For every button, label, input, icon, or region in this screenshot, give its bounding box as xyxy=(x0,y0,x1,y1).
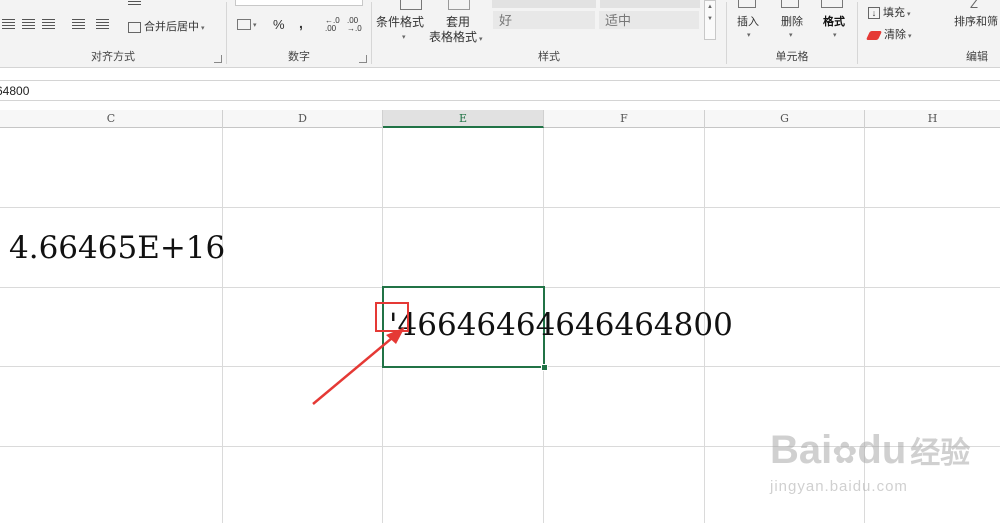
eraser-icon xyxy=(865,30,883,40)
chevron-down-icon: ▾ xyxy=(201,25,205,32)
number-group: ▾ % , ←.0.00 .00 →.0 数字 xyxy=(227,0,371,67)
editing-group: ↓ 填充 ▾ 清除 ▾ Z 排序和筛 编辑 xyxy=(858,0,1000,67)
delete-button[interactable]: 删除 xyxy=(781,13,803,29)
alignment-dialog-launcher[interactable] xyxy=(214,55,222,63)
chevron-down-icon: ▾ xyxy=(833,32,837,39)
increase-decimal-icon[interactable]: ←.0.00 xyxy=(325,17,340,33)
paw-icon: ✿ xyxy=(832,437,858,470)
sort-filter-button[interactable]: 排序和筛 xyxy=(954,13,998,29)
watermark-brand: Bai✿du 经验 xyxy=(770,428,971,472)
accounting-format-icon[interactable]: ▾ xyxy=(237,18,257,30)
decrease-decimal-icon[interactable]: .00 →.0 xyxy=(347,17,362,33)
merge-center-button[interactable]: 合并后居中 ▾ xyxy=(128,18,205,34)
percent-style-button[interactable]: % xyxy=(273,17,285,32)
editing-group-label: 编辑 xyxy=(966,51,988,63)
worksheet-grid[interactable]: 4.66465E+16 '46646464646464800 Bai✿du 经验 … xyxy=(0,128,1000,523)
align-center-icon[interactable] xyxy=(22,18,35,30)
column-header-g[interactable]: G xyxy=(705,110,865,128)
styles-group-label: 样式 xyxy=(538,51,560,63)
delete-cells-icon xyxy=(781,0,799,8)
conditional-format-icon xyxy=(400,0,422,10)
style-swatch-top xyxy=(600,0,700,8)
style-good[interactable]: 好 xyxy=(492,10,596,30)
alignment-group: 合并后居中 ▾ 对齐方式 xyxy=(0,0,226,67)
insert-button[interactable]: 插入 xyxy=(737,13,759,29)
format-button[interactable]: 格式 xyxy=(823,13,845,29)
conditional-format-button[interactable]: 条件格式 xyxy=(376,13,424,30)
ribbon: 合并后居中 ▾ 对齐方式 ▾ % , ←.0.00 .00 →.0 数字 条件格式 … xyxy=(0,0,1000,68)
merge-icon xyxy=(128,21,141,33)
styles-group: 条件格式 ▾ 套用 表格格式 ▾ 好 适中 样式 xyxy=(372,0,726,67)
table-format-icon xyxy=(448,0,470,10)
styles-gallery-scrollbar[interactable]: ▲ ▼ xyxy=(704,0,716,40)
formula-bar[interactable]: 64800 xyxy=(0,80,1000,101)
watermark-url: jingyan.baidu.com xyxy=(770,478,908,495)
chevron-down-icon: ▾ xyxy=(402,34,406,41)
column-header-row: C D E F G H xyxy=(0,110,1000,128)
number-group-label: 数字 xyxy=(288,51,310,63)
alignment-group-label: 对齐方式 xyxy=(91,51,135,63)
number-format-select[interactable] xyxy=(235,0,363,6)
insert-cells-icon xyxy=(738,0,756,8)
style-neutral[interactable]: 适中 xyxy=(598,10,700,30)
formula-bar-value: 64800 xyxy=(0,84,30,98)
chevron-up-icon[interactable]: ▲ xyxy=(705,1,715,13)
sort-filter-icon: Z xyxy=(970,0,978,11)
decrease-indent-icon[interactable] xyxy=(72,18,85,30)
format-cells-icon xyxy=(821,0,843,8)
column-header-f[interactable]: F xyxy=(544,110,705,128)
comma-style-button[interactable]: , xyxy=(299,15,303,31)
align-left-icon[interactable] xyxy=(2,18,15,30)
column-header-e[interactable]: E xyxy=(383,110,544,128)
chevron-down-icon: ▾ xyxy=(747,32,751,39)
fill-button[interactable]: ↓ 填充 ▾ xyxy=(868,4,911,20)
cells-group: 插入 ▾ 删除 ▾ 格式 ▾ 单元格 xyxy=(727,0,857,67)
apply-table-format-label: 表格格式 ▾ xyxy=(429,30,483,44)
column-header-h[interactable]: H xyxy=(865,110,1000,128)
column-header-d[interactable]: D xyxy=(223,110,383,128)
more-styles-icon[interactable]: ▼ xyxy=(705,13,715,25)
wrap-text-icon[interactable] xyxy=(128,0,141,6)
ribbon-gap xyxy=(0,68,1000,80)
number-dialog-launcher[interactable] xyxy=(359,55,367,63)
align-right-icon[interactable] xyxy=(42,18,55,30)
cells-group-label: 单元格 xyxy=(775,51,809,63)
fill-down-icon: ↓ xyxy=(868,7,880,20)
clear-button[interactable]: 清除 ▾ xyxy=(865,26,912,42)
chevron-down-icon: ▾ xyxy=(789,32,793,39)
increase-indent-icon[interactable] xyxy=(96,18,109,30)
style-swatch-top xyxy=(492,0,596,8)
column-header-c[interactable]: C xyxy=(0,110,223,128)
